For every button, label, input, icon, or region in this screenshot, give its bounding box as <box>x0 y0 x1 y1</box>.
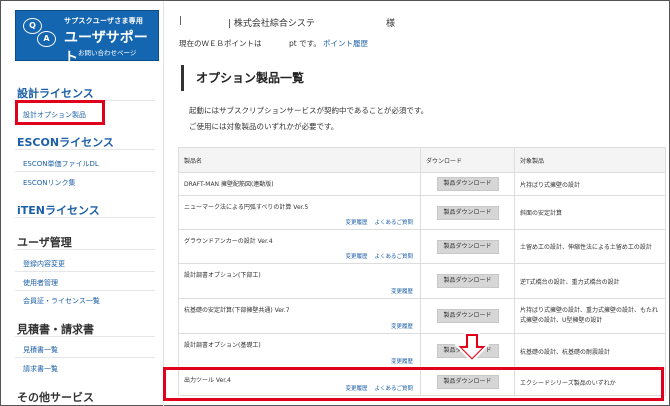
product-name: 設計調書オプション(下部工) <box>184 272 261 279</box>
product-name: DRAFT-MAN 擁壁配筋図(連動版) <box>184 181 274 188</box>
product-name: グラウンドアンカーの設計 Ver.4 <box>184 238 273 245</box>
section-quotes-invoices: 見積書・請求書 <box>17 323 94 336</box>
down-arrow-icon <box>455 332 489 362</box>
highlight-box-row <box>163 367 664 401</box>
product-download-button[interactable]: 製品ダウンロード <box>436 274 499 288</box>
company-bar-left: | <box>179 16 183 26</box>
product-name: 杭基礎の安定計算(下部擁壁共通) Ver.7 <box>184 307 290 314</box>
product-download-button[interactable]: 製品ダウンロード <box>436 309 499 323</box>
table-header-row: 製品名 ダウンロード 対象製品 <box>178 147 666 173</box>
column-header-name: 製品名 <box>178 147 421 173</box>
table-row: グラウンドアンカーの設計 Ver.4 変更履歴 よくあるご質問 製品ダウンロード … <box>178 229 666 264</box>
description-line-1: 起動にはサブスクリプションサービスが契約中であることが必須です。 <box>189 106 429 115</box>
points-text: 現在のＷＥＢポイントは <box>179 39 262 48</box>
a-bubble-icon: A <box>37 31 56 47</box>
table-row: 杭基礎の安定計算(下部擁壁共通) Ver.7 変更履歴 製品ダウンロード 片持ば… <box>178 298 666 334</box>
change-history-link[interactable]: 変更履歴 <box>391 289 413 295</box>
points-unit: pt です。 <box>289 39 321 48</box>
sidebar-item-users[interactable]: 使用者管理 <box>23 278 58 288</box>
section-escon-license[interactable]: ESCONライセンス <box>17 134 114 150</box>
table-row: 設計調書オプション(基礎工) 変更履歴 製品ダウンロード 杭基礎の設計、杭基礎の… <box>178 333 666 369</box>
target-products: 杭基礎の設計、杭基礎の耐震設計 <box>514 333 666 369</box>
description-line-2: ご使用には対象製品のいずれかが必要です。 <box>189 122 339 131</box>
column-header-target: 対象製品 <box>514 147 666 173</box>
sidebar-item-licenses[interactable]: 会員証・ライセンス一覧 <box>23 296 100 306</box>
change-history-link[interactable]: 変更履歴 <box>345 220 367 226</box>
sidebar-item-escon-links[interactable]: ESCONリンク集 <box>23 178 76 188</box>
sidebar: Q A サプスクユーザさま専用 ユーザサポート お問い合わせページ 設計ライセン… <box>1 1 164 406</box>
table-row: DRAFT-MAN 擁壁配筋図(連動版) 製品ダウンロード 片持ばり式擁壁の設計 <box>178 172 666 196</box>
change-history-link[interactable]: 変更履歴 <box>345 254 367 260</box>
main-content: | | 株式会社綜合システ 様 現在のＷＥＢポイントは pt です。 ポイント履… <box>164 1 670 406</box>
column-header-download: ダウンロード <box>420 147 515 173</box>
q-bubble-icon: Q <box>23 18 42 34</box>
highlight-box-sidebar <box>15 100 105 125</box>
table-row: ニューマーク法による円弧すべりの計算 Ver.5 変更履歴 よくあるご質問 製品ダ… <box>178 195 666 230</box>
sidebar-item-quotes[interactable]: 見積書一覧 <box>23 345 58 355</box>
faq-link[interactable]: よくあるご質問 <box>374 254 413 260</box>
page-title: オプション製品一覧 <box>181 65 304 91</box>
logo-tagline: サプスクユーザさま専用 <box>64 17 144 25</box>
product-name: 設計調書オプション(基礎工) <box>184 342 261 349</box>
company-name: | 株式会社綜合システ <box>228 19 315 29</box>
change-history-link[interactable]: 変更履歴 <box>391 359 413 365</box>
product-download-button[interactable]: 製品ダウンロード <box>436 239 499 254</box>
honorific: 様 <box>386 19 396 29</box>
options-table: 製品名 ダウンロード 対象製品 DRAFT-MAN 擁壁配筋図(連動版) 製品ダ… <box>178 147 666 396</box>
product-name: ニューマーク法による円弧すべりの計算 Ver.5 <box>184 204 309 211</box>
table-row: 設計調書オプション(下部工) 変更履歴 製品ダウンロード 逆T式橋台の設計、重力… <box>178 263 666 299</box>
target-products: 斜面の安定計算 <box>514 195 666 230</box>
sidebar-item-escon-download[interactable]: ESCON単価ファイルDL <box>23 159 99 169</box>
product-download-button[interactable]: 製品ダウンロード <box>436 177 499 191</box>
logo-subtitle: お問い合わせページ <box>78 49 137 57</box>
section-iten-license[interactable]: iTENライセンス <box>17 202 100 218</box>
support-logo[interactable]: Q A サプスクユーザさま専用 ユーザサポート お問い合わせページ <box>15 10 159 66</box>
section-user-management: ユーザ管理 <box>17 236 72 249</box>
sidebar-item-registration[interactable]: 登録内容変更 <box>23 259 65 269</box>
points-history-link[interactable]: ポイント履歴 <box>323 38 368 49</box>
section-design-license[interactable]: 設計ライセンス <box>17 85 94 101</box>
sidebar-item-invoices[interactable]: 請求書一覧 <box>23 364 58 374</box>
section-other-services: その他サービス <box>17 391 94 404</box>
target-products: 逆T式橋台の設計、重力式橋台の設計 <box>514 263 666 299</box>
product-download-button[interactable]: 製品ダウンロード <box>436 205 499 220</box>
faq-link[interactable]: よくあるご質問 <box>374 220 413 226</box>
target-products: 片持ばり式擁壁の設計、重力式擁壁の設計、もたれ式擁壁の設計、U型擁壁の設計 <box>514 298 666 334</box>
change-history-link[interactable]: 変更履歴 <box>391 324 413 330</box>
target-products: 土留め工の設計、伸縮性法による土留め工の設計 <box>514 229 666 264</box>
target-products: 片持ばり式擁壁の設計 <box>514 172 666 196</box>
